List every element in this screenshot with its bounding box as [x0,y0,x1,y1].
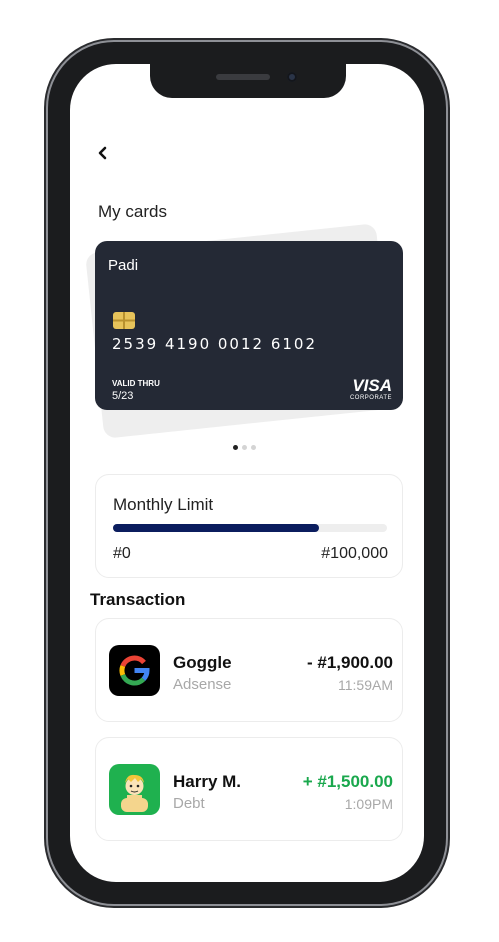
transaction-amount: + #1,500.00 [302,772,393,791]
transaction-time: 11:59AM [338,677,393,693]
transaction-description: Adsense [173,676,232,693]
transaction-heading: Transaction [90,590,186,609]
transaction-time: 1:09PM [344,796,393,812]
card-brand-logo: VISA [352,376,392,395]
pager-dot[interactable] [242,445,247,450]
my-cards-title: My cards [98,202,167,221]
transaction-name: Harry M. [173,772,242,791]
valid-thru-value: 5/23 [112,390,134,402]
power-button [446,240,450,340]
card-pager [233,445,256,450]
limit-progress-fill [113,524,319,532]
credit-card[interactable]: Padi 2539 4190 0012 6102 VALID THRU 5/23… [95,241,403,410]
camera-icon [287,72,297,82]
user-avatar-icon [109,764,160,815]
valid-thru-label: VALID THRU [112,379,160,388]
card-chip-icon [113,312,135,329]
monthly-limit-title: Monthly Limit [113,495,214,514]
card-holder-name: Padi [108,257,139,274]
speaker [216,74,270,80]
transaction-amount: - #1,900.00 [306,653,393,672]
chevron-left-icon [98,146,107,160]
transaction-name: Goggle [173,653,232,672]
notch [150,64,346,98]
limit-progress-track [113,524,387,532]
limit-max-value: #100,000 [321,545,388,562]
transaction-item[interactable]: Goggle Adsense - #1,900.00 11:59AM [95,618,403,722]
transaction-item[interactable]: Harry M. Debt + #1,500.00 1:09PM [95,737,403,841]
transaction-description: Debt [173,795,205,812]
back-button[interactable] [92,142,114,164]
limit-min-value: #0 [113,545,131,562]
app-screen: My cards Padi 2539 4190 0012 6102 VALID … [70,64,424,882]
pager-dot[interactable] [251,445,256,450]
monthly-limit-card: Monthly Limit #0 #100,000 [95,474,403,578]
google-logo-icon [109,645,160,696]
pager-dot[interactable] [233,445,238,450]
card-number: 2539 4190 0012 6102 [112,335,317,353]
card-brand-sub: CORPORATE [349,395,392,401]
